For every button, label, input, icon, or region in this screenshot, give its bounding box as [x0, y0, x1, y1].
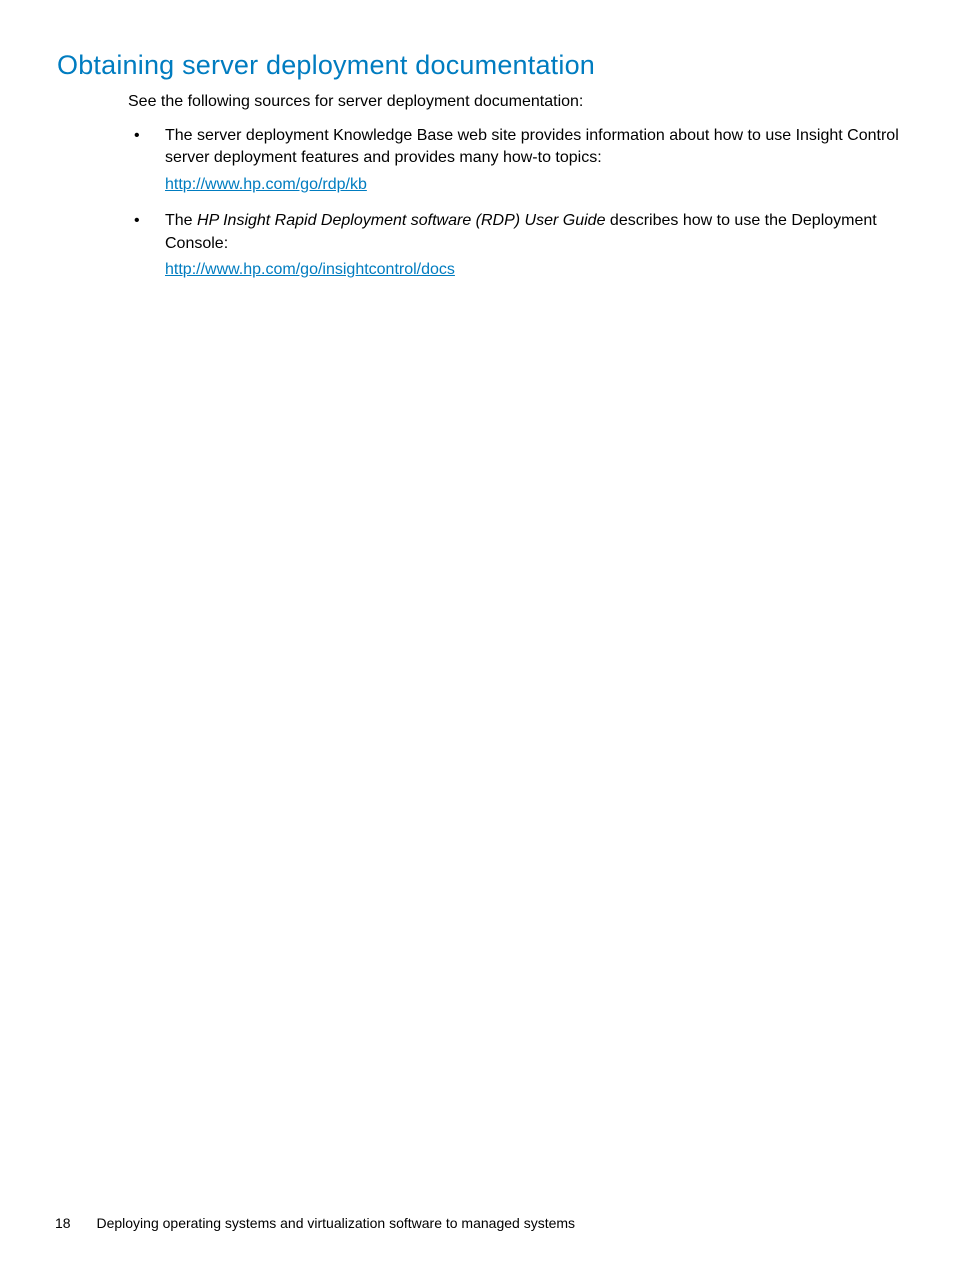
page-content: Obtaining server deployment documentatio…: [0, 0, 954, 281]
documentation-link[interactable]: http://www.hp.com/go/insightcontrol/docs: [165, 261, 455, 278]
page-footer: 18 Deploying operating systems and virtu…: [55, 1215, 575, 1231]
page-number: 18: [55, 1215, 71, 1231]
list-item: The server deployment Knowledge Base web…: [128, 125, 899, 196]
list-item: The HP Insight Rapid Deployment software…: [128, 210, 899, 281]
bullet-text: The server deployment Knowledge Base web…: [165, 125, 899, 170]
footer-text: Deploying operating systems and virtuali…: [96, 1215, 575, 1231]
text-segment: The: [165, 212, 197, 229]
intro-paragraph: See the following sources for server dep…: [128, 93, 899, 111]
section-heading: Obtaining server deployment documentatio…: [57, 50, 899, 81]
text-segment: The server deployment Knowledge Base web…: [165, 127, 899, 166]
bullet-text: The HP Insight Rapid Deployment software…: [165, 210, 899, 255]
italic-text: HP Insight Rapid Deployment software (RD…: [197, 212, 605, 229]
bullet-list: The server deployment Knowledge Base web…: [128, 125, 899, 281]
documentation-link[interactable]: http://www.hp.com/go/rdp/kb: [165, 176, 367, 193]
